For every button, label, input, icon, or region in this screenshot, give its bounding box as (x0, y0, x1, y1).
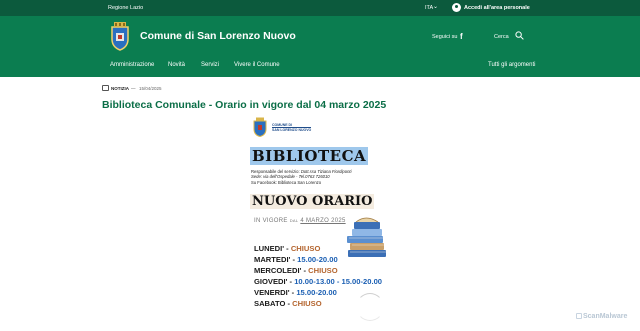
meta-separator: — (131, 86, 136, 91)
watermark: ScanMalware (583, 313, 628, 320)
nav-all-topics[interactable]: Tutti gli argomenti (488, 62, 535, 68)
page-title: Biblioteca Comunale - Orario in vigore d… (102, 99, 387, 111)
nav-item-amministrazione[interactable]: Amministrazione (110, 62, 154, 68)
chevron-down-icon[interactable]: ⌄ (433, 3, 438, 10)
main-content: NOTIZIA — 15/04/2025 Biblioteca Comunale… (0, 77, 640, 331)
article-date: 15/04/2025 (139, 86, 162, 91)
shield-icon (576, 313, 582, 319)
calendar-icon (102, 85, 109, 91)
login-link[interactable]: Accedi all'area personale (464, 5, 530, 11)
user-icon[interactable] (452, 3, 461, 12)
schedule-row: MERCOLEDI' - CHIUSO (254, 266, 338, 275)
main-nav: Amministrazione Novità Servizi Vivere il… (0, 57, 640, 77)
region-link[interactable]: Regione Lazio (108, 5, 143, 11)
coat-of-arms-icon[interactable] (108, 21, 132, 51)
loading-spinner-icon (356, 293, 384, 321)
language-selector[interactable]: ITA (425, 5, 433, 11)
poster-comune-label: COMUNE DI SAN LORENZO NUOVO (272, 123, 312, 132)
nav-item-servizi[interactable]: Servizi (201, 62, 219, 68)
schedule-row: MARTEDI' - 15.00-20.00 (254, 255, 338, 264)
nav-item-novita[interactable]: Novità (168, 62, 185, 68)
search-label[interactable]: Cerca (494, 34, 509, 40)
site-title[interactable]: Comune di San Lorenzo Nuovo (140, 30, 296, 42)
article-tag[interactable]: NOTIZIA (111, 86, 129, 91)
facebook-icon[interactable]: f (460, 32, 463, 41)
site-header: Comune di San Lorenzo Nuovo Seguici su f… (0, 16, 640, 77)
poster-heading: BIBLIOTECA (250, 147, 369, 165)
nav-item-vivere-il-comune[interactable]: Vivere il Comune (234, 62, 280, 68)
schedule-row: GIOVEDI' - 10.00-13.00 - 15.00-20.00 (254, 277, 383, 286)
top-bar: Regione Lazio ITA ⌄ Accedi all'area pers… (0, 0, 640, 16)
comune-logo-icon (253, 117, 267, 137)
poster-vigore: IN VIGORE DAL 4 MARZO 2025 (254, 218, 346, 224)
follow-label: Seguici su (432, 34, 458, 40)
search-icon[interactable] (515, 31, 524, 40)
poster-info: Responsabile del servizio: Dott.ssa Tizi… (251, 169, 352, 185)
schedule-row: LUNEDI' - CHIUSO (254, 244, 321, 253)
poster-orario: NUOVO ORARIO (250, 194, 375, 209)
